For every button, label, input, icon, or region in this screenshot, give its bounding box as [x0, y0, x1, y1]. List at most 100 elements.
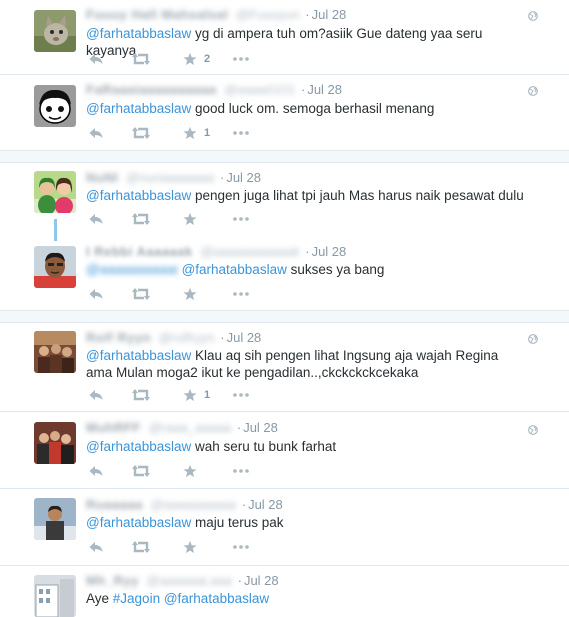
reply-icon[interactable]: [88, 125, 104, 141]
user-name[interactable]: MuhRFF: [86, 420, 141, 435]
star-icon[interactable]: [183, 539, 197, 555]
retweet-icon[interactable]: [132, 51, 150, 67]
more-icon[interactable]: [232, 539, 250, 555]
cartoon-avatar-image: [34, 85, 76, 127]
hashtag-link[interactable]: #Jagoin: [113, 591, 160, 606]
event-avatar[interactable]: [34, 331, 76, 373]
tweet[interactable]: Ruaaaaa @aaaaaaaaaa · Jul 28 @farhatabbas…: [0, 489, 569, 566]
cat-avatar-image: [34, 10, 76, 52]
tweet[interactable]: Fuuuy Hall Mahsalsal @Fuuuyun · Jul 28 @f…: [0, 0, 569, 75]
tweet-date[interactable]: Jul 28: [307, 82, 342, 97]
star-icon[interactable]: [183, 387, 197, 403]
star-icon[interactable]: [183, 211, 197, 227]
star-icon[interactable]: [183, 51, 197, 67]
retweet-icon[interactable]: [132, 125, 150, 141]
tweet-text: @aaaaaaaaaai @farhatabbaslaw sukses ya b…: [86, 261, 385, 278]
tweet-text: @farhatabbaslaw good luck om. semoga ber…: [86, 101, 435, 116]
event-avatar-image: [34, 331, 76, 373]
tweet-header: Rolf Ryyn @rolfryyn · Jul 28: [86, 330, 262, 345]
more-icon[interactable]: [232, 211, 250, 227]
user-handle[interactable]: @Fuuuyun: [236, 7, 300, 22]
mention-link[interactable]: @farhatabbaslaw: [86, 439, 191, 454]
group-avatar[interactable]: [34, 422, 76, 464]
reply-icon[interactable]: [88, 286, 104, 302]
favorite-count: 2: [204, 53, 211, 65]
more-icon[interactable]: [232, 286, 250, 302]
building-avatar-image: [34, 575, 76, 617]
tweet-date[interactable]: Jul 28: [248, 497, 283, 512]
person-avatar-image: [34, 498, 76, 540]
mention-link[interactable]: @farhatabbaslaw: [86, 188, 191, 203]
mention-link[interactable]: @farhatabbaslaw: [164, 591, 269, 606]
tweet-date[interactable]: Jul 28: [226, 170, 261, 185]
cartoon-avatar[interactable]: [34, 85, 76, 127]
user-name[interactable]: FaRaaaiaaaaaaaaaa: [86, 82, 217, 97]
tweet-text: @farhatabbaslaw wah seru tu bunk farhat: [86, 439, 337, 454]
reply-mention-link[interactable]: @aaaaaaaaaai: [86, 261, 178, 278]
user-handle[interactable]: @aaaaaaaaaaak: [200, 244, 299, 259]
reply-icon[interactable]: [88, 463, 104, 479]
retweet-icon[interactable]: [132, 286, 150, 302]
conversation-separator: [0, 310, 569, 323]
reply-icon[interactable]: [88, 211, 104, 227]
more-icon[interactable]: [232, 51, 250, 67]
tweet-header: MuhRFF @raaa_aaaaa · Jul 28: [86, 420, 278, 435]
retweet-icon[interactable]: [132, 539, 150, 555]
star-icon[interactable]: [183, 125, 197, 141]
mention-link[interactable]: @farhatabbaslaw: [182, 262, 287, 277]
mention-link[interactable]: @farhatabbaslaw: [86, 348, 191, 363]
tweet[interactable]: MuhRFF @raaa_aaaaa · Jul 28 @farhatabbasl…: [0, 412, 569, 489]
tweet[interactable]: Rolf Ryyn @rolfryyn · Jul 28 @farhatabbas…: [0, 323, 569, 412]
tweet-text: @farhatabbaslaw Klau aq sih pengen lihat…: [86, 348, 499, 380]
two-women-avatar[interactable]: [34, 171, 76, 213]
globe-icon: [528, 334, 538, 344]
mention-link[interactable]: @farhatabbaslaw: [86, 26, 191, 41]
more-icon[interactable]: [232, 463, 250, 479]
tweet-text: Aye #Jagoin @farhatabbaslaw: [86, 591, 270, 606]
person-avatar[interactable]: [34, 498, 76, 540]
tweet-date[interactable]: Jul 28: [243, 420, 278, 435]
more-icon[interactable]: [232, 387, 250, 403]
star-icon[interactable]: [183, 463, 197, 479]
user-handle[interactable]: @raaa_aaaaa: [149, 420, 232, 435]
cat-avatar[interactable]: [34, 10, 76, 52]
tweet[interactable]: I Rebbi Aaaaaak @aaaaaaaaaaak · Jul 28 @a…: [0, 237, 569, 310]
mention-link[interactable]: @farhatabbaslaw: [86, 515, 191, 530]
user-handle[interactable]: @aaaaaaaaaa: [151, 497, 237, 512]
user-name[interactable]: Mh_Ryy: [86, 573, 139, 588]
reply-icon[interactable]: [88, 539, 104, 555]
user-name[interactable]: Fuuuy Hall Mahsalsal: [86, 7, 228, 22]
tweet-date[interactable]: Jul 28: [312, 7, 347, 22]
tweet-text: @farhatabbaslaw pengen juga lihat tpi ja…: [86, 188, 524, 203]
tweet-header: NuNI @nuniaaaaaaa · Jul 28: [86, 170, 262, 185]
reply-icon[interactable]: [88, 51, 104, 67]
retweet-icon[interactable]: [132, 463, 150, 479]
star-icon[interactable]: [183, 286, 197, 302]
building-avatar[interactable]: [34, 575, 76, 617]
user-handle[interactable]: @aaaa0101: [224, 82, 295, 97]
tweet-header: I Rebbi Aaaaaak @aaaaaaaaaaak · Jul 28: [86, 244, 347, 259]
mention-link[interactable]: @farhatabbaslaw: [86, 101, 191, 116]
user-name[interactable]: Ruaaaaa: [86, 497, 143, 512]
tweet-date[interactable]: Jul 28: [227, 330, 262, 345]
tweet-date[interactable]: Jul 28: [312, 244, 347, 259]
user-handle[interactable]: @nuniaaaaaaa: [126, 170, 214, 185]
more-icon[interactable]: [232, 125, 250, 141]
tweet[interactable]: FaRaaaiaaaaaaaaaa @aaaa0101 · Jul 28 @far…: [0, 75, 569, 150]
tweet-date[interactable]: Jul 28: [244, 573, 279, 588]
user-handle[interactable]: @aaaaaaLaaa: [146, 573, 232, 588]
retweet-icon[interactable]: [132, 211, 150, 227]
user-name[interactable]: I Rebbi Aaaaaak: [86, 244, 193, 259]
tweet[interactable]: Mh_Ryy @aaaaaaLaaa · Jul 28 Aye #Jagoin @…: [0, 566, 569, 617]
man-avatar[interactable]: [34, 246, 76, 288]
reply-icon[interactable]: [88, 387, 104, 403]
retweet-icon[interactable]: [132, 387, 150, 403]
user-handle[interactable]: @rolfryyn: [159, 330, 215, 345]
tweet-header: Mh_Ryy @aaaaaaLaaa · Jul 28: [86, 573, 279, 588]
user-name[interactable]: NuNI: [86, 170, 118, 185]
tweet-header: Fuuuy Hall Mahsalsal @Fuuuyun · Jul 28: [86, 7, 347, 22]
tweet-header: FaRaaaiaaaaaaaaaa @aaaa0101 · Jul 28: [86, 82, 343, 97]
user-name[interactable]: Rolf Ryyn: [86, 330, 151, 345]
tweet-text: @farhatabbaslaw yg di ampera tuh om?asii…: [86, 26, 483, 58]
tweet[interactable]: NuNI @nuniaaaaaaa · Jul 28 @farhatabbasla…: [0, 163, 569, 235]
